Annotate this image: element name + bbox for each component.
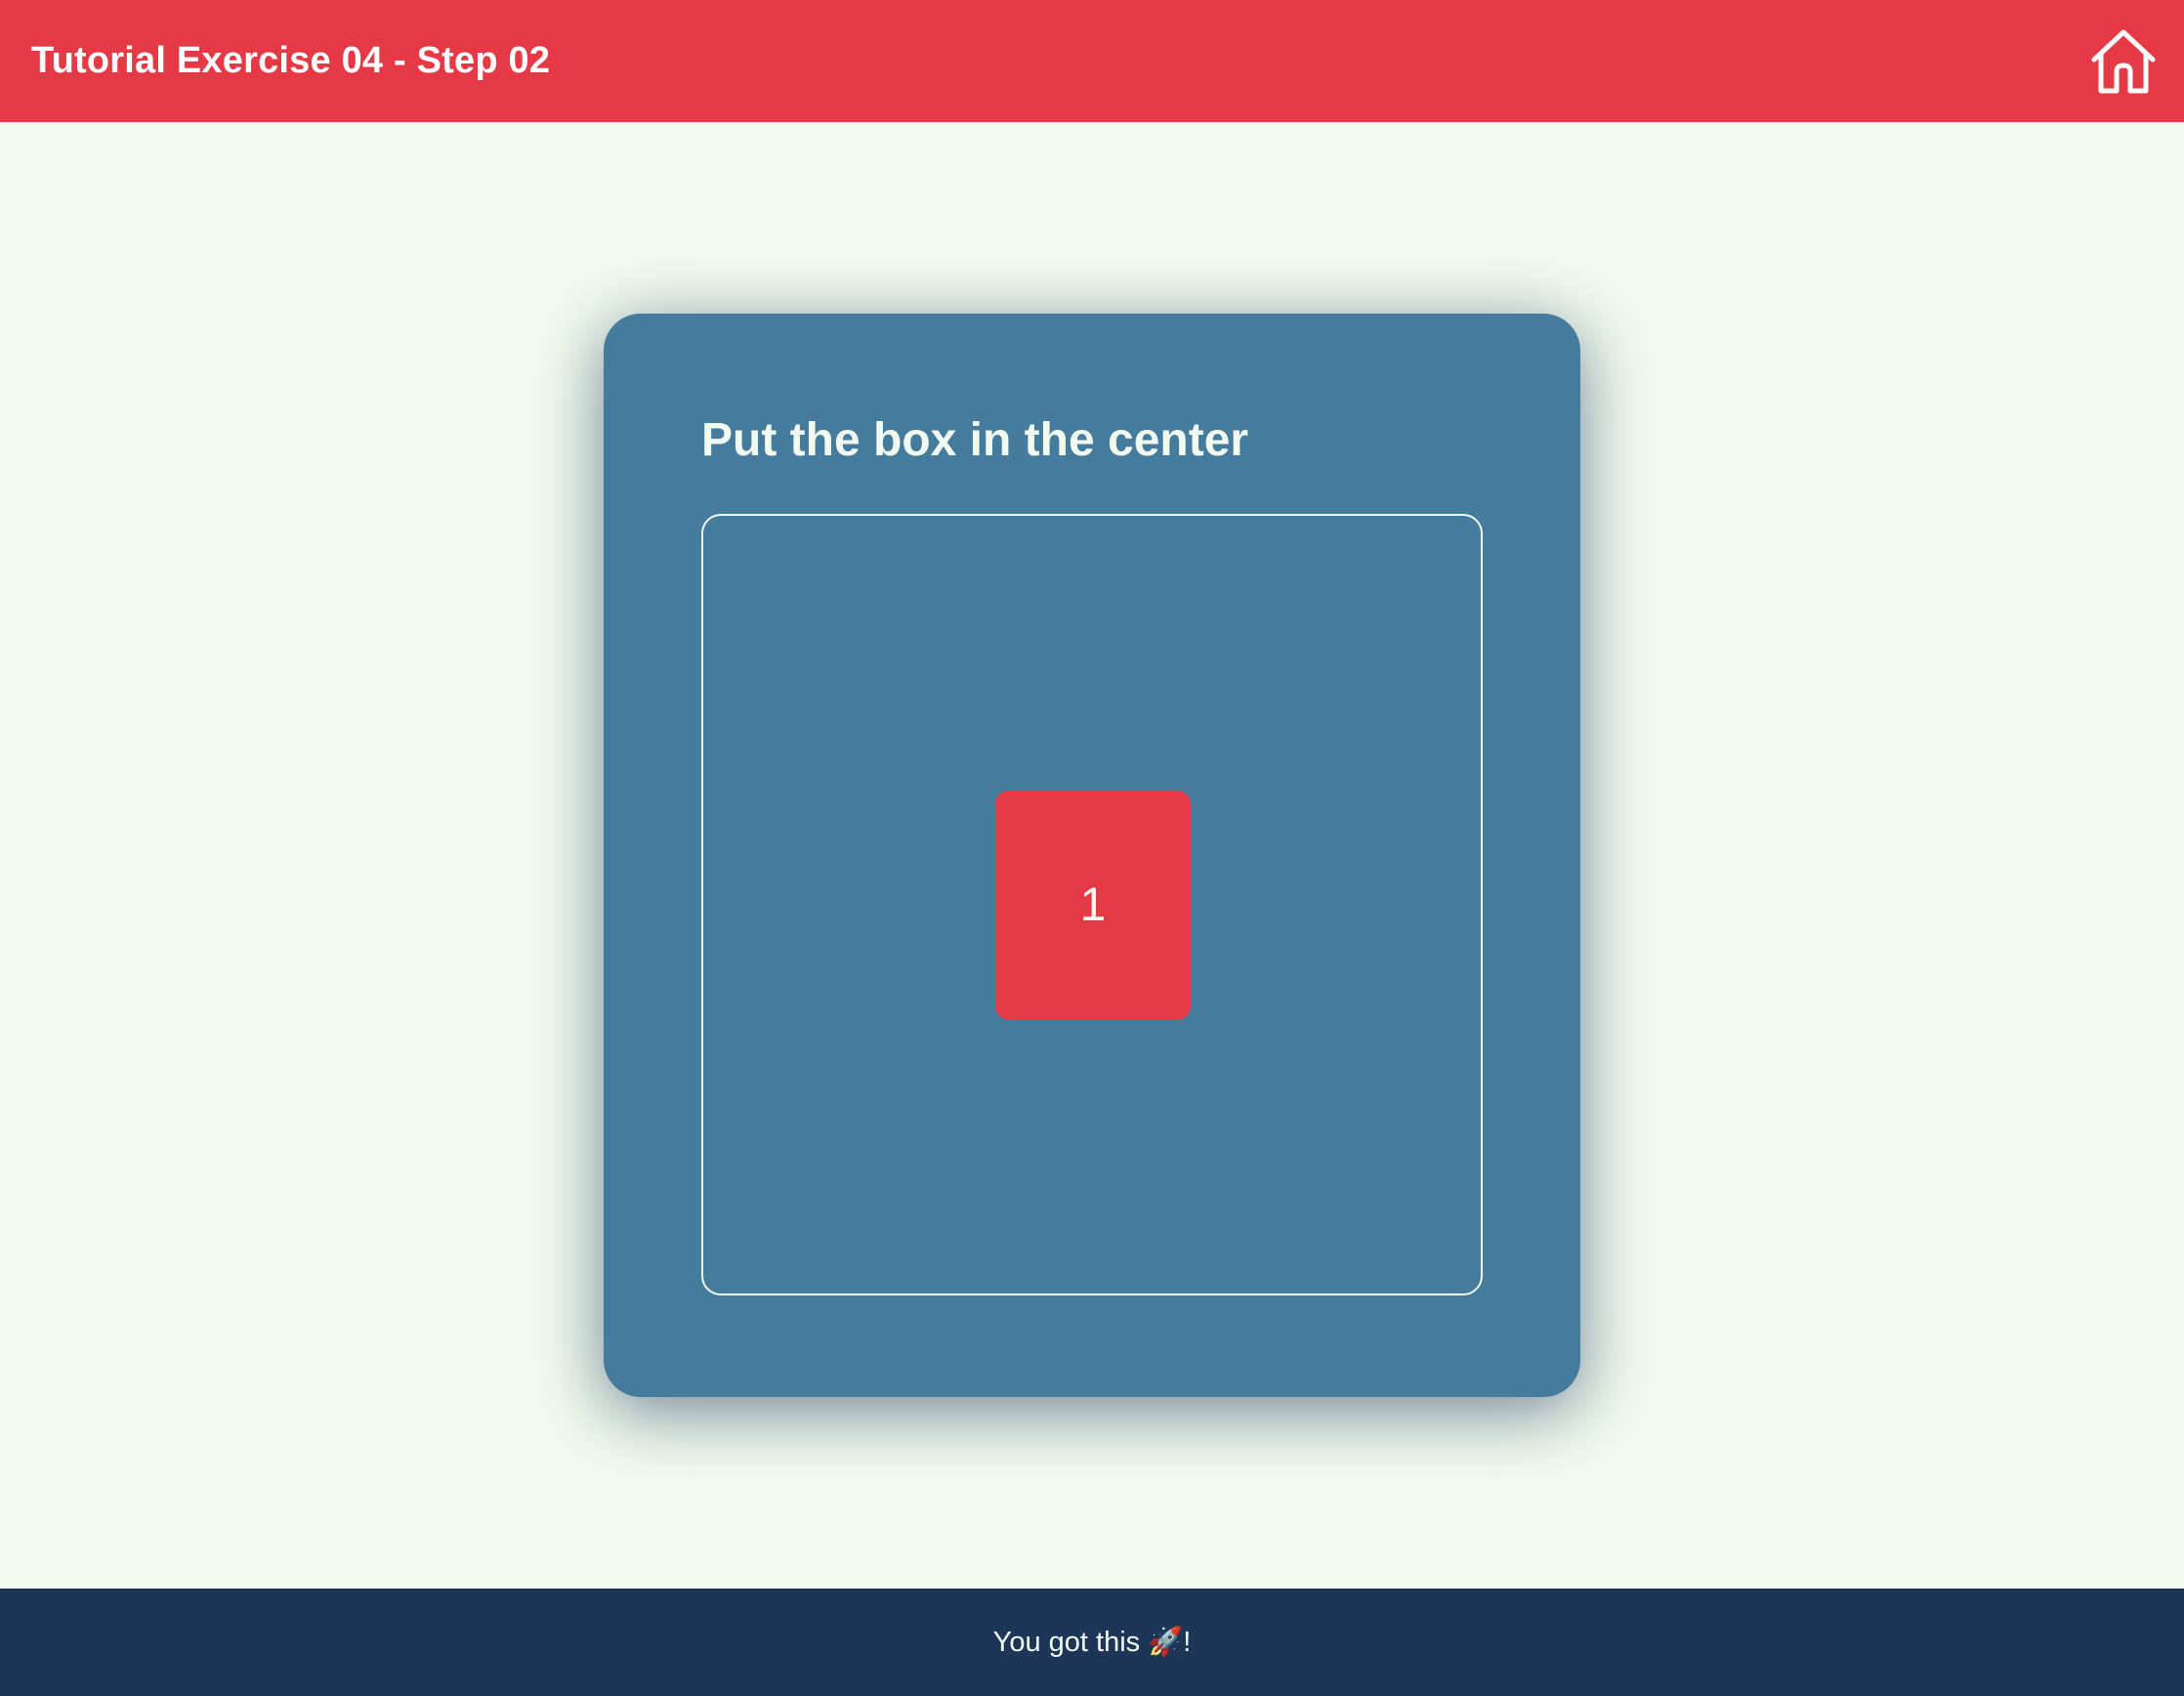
drop-area[interactable]: 1 [701, 514, 1483, 1295]
footer: You got this 🚀! [0, 1589, 2184, 1696]
home-icon [2091, 29, 2156, 93]
home-button[interactable] [2086, 24, 2161, 99]
draggable-box[interactable]: 1 [995, 790, 1191, 1020]
top-bar: Tutorial Exercise 04 - Step 02 [0, 0, 2184, 122]
encouragement-text: You got this 🚀! [992, 1627, 1192, 1658]
exercise-card: Put the box in the center 1 [604, 314, 1580, 1397]
exercise-instruction: Put the box in the center [701, 414, 1249, 466]
page-title: Tutorial Exercise 04 - Step 02 [31, 40, 551, 81]
main-area: Put the box in the center 1 [0, 122, 2184, 1589]
